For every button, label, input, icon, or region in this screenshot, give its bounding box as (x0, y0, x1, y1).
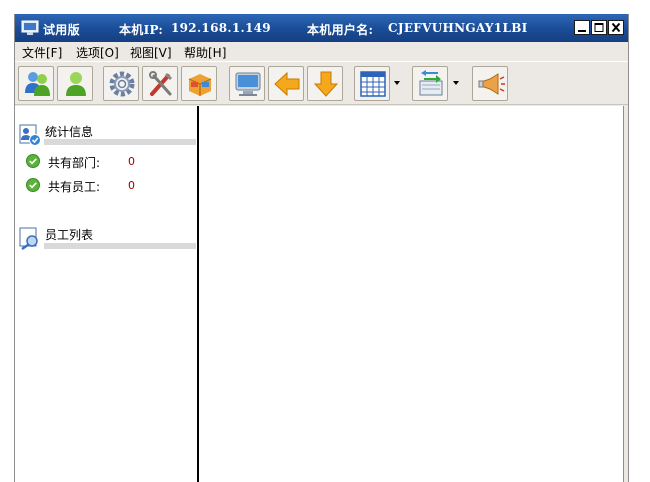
download-button[interactable] (307, 66, 343, 101)
calendar-grid-icon (360, 71, 386, 97)
minimize-button[interactable] (574, 20, 590, 35)
users-add-icon (25, 72, 50, 96)
user-icon (66, 72, 86, 96)
title-bar[interactable]: 试用版 本机IP: 192.168.1.149 本机用户名: CJEFVUHNG… (15, 14, 628, 42)
minimize-icon (578, 30, 586, 32)
app-monitor-icon (21, 20, 39, 35)
back-button[interactable] (268, 66, 304, 101)
check-circle-icon (26, 154, 40, 168)
megaphone-icon (478, 73, 505, 95)
package-button[interactable] (181, 66, 217, 101)
employee-list-icon (19, 227, 38, 250)
maximize-button[interactable] (591, 20, 607, 35)
monitor-button[interactable] (229, 66, 265, 101)
username-label: 本机用户名: (307, 23, 374, 37)
calendar-dropdown-button[interactable] (392, 66, 402, 101)
employee-list-title[interactable]: 员工列表 (45, 226, 93, 243)
employee-count-value: 0 (128, 179, 135, 192)
broadcast-button[interactable] (472, 66, 508, 101)
transfer-icon (419, 70, 443, 96)
package-icon (188, 74, 212, 96)
calendar-button[interactable] (354, 66, 390, 101)
statistics-icon (19, 124, 41, 146)
department-count-label: 共有部门: (48, 156, 101, 170)
ip-label: 本机IP: (119, 23, 164, 37)
user-button[interactable] (57, 66, 93, 101)
department-count-value: 0 (128, 155, 135, 168)
menu-help[interactable]: 帮助[H] (184, 44, 226, 61)
toolbar (15, 61, 628, 105)
gear-icon (109, 71, 135, 97)
section-divider (44, 139, 196, 145)
add-users-button[interactable] (18, 66, 54, 101)
section-divider (44, 243, 196, 249)
monitor-icon (235, 72, 261, 96)
dropdown-arrow-icon (453, 81, 459, 85)
transfer-button[interactable] (412, 66, 448, 101)
employee-count-label: 共有员工: (48, 180, 101, 194)
main-window: 试用版 本机IP: 192.168.1.149 本机用户名: CJEFVUHNG… (14, 14, 629, 482)
maximize-icon (594, 23, 604, 32)
ip-value: 192.168.1.149 (171, 21, 271, 35)
app-title: 试用版 (43, 23, 80, 37)
menu-view[interactable]: 视图[V] (130, 44, 172, 61)
menu-bar: 文件[F] 选项[O] 视图[V] 帮助[H] (15, 42, 628, 61)
close-icon (611, 22, 621, 33)
menu-options[interactable]: 选项[O] (76, 44, 119, 61)
username-value: CJEFVUHNGAY1LBI (388, 21, 528, 35)
tools-button[interactable] (142, 66, 178, 101)
close-button[interactable] (608, 20, 624, 35)
content-area (198, 106, 624, 482)
arrow-down-icon (313, 71, 339, 97)
settings-button[interactable] (103, 66, 139, 101)
menu-file[interactable]: 文件[F] (22, 44, 62, 61)
dropdown-arrow-icon (394, 81, 400, 85)
statistics-title: 统计信息 (45, 125, 94, 139)
tools-icon (149, 71, 173, 96)
check-circle-icon (26, 178, 40, 192)
navigation-panel: 统计信息 共有部门: 0 共有员工: 0 员工列表 (15, 106, 198, 482)
arrow-left-icon (274, 71, 300, 97)
transfer-dropdown-button[interactable] (451, 66, 461, 101)
